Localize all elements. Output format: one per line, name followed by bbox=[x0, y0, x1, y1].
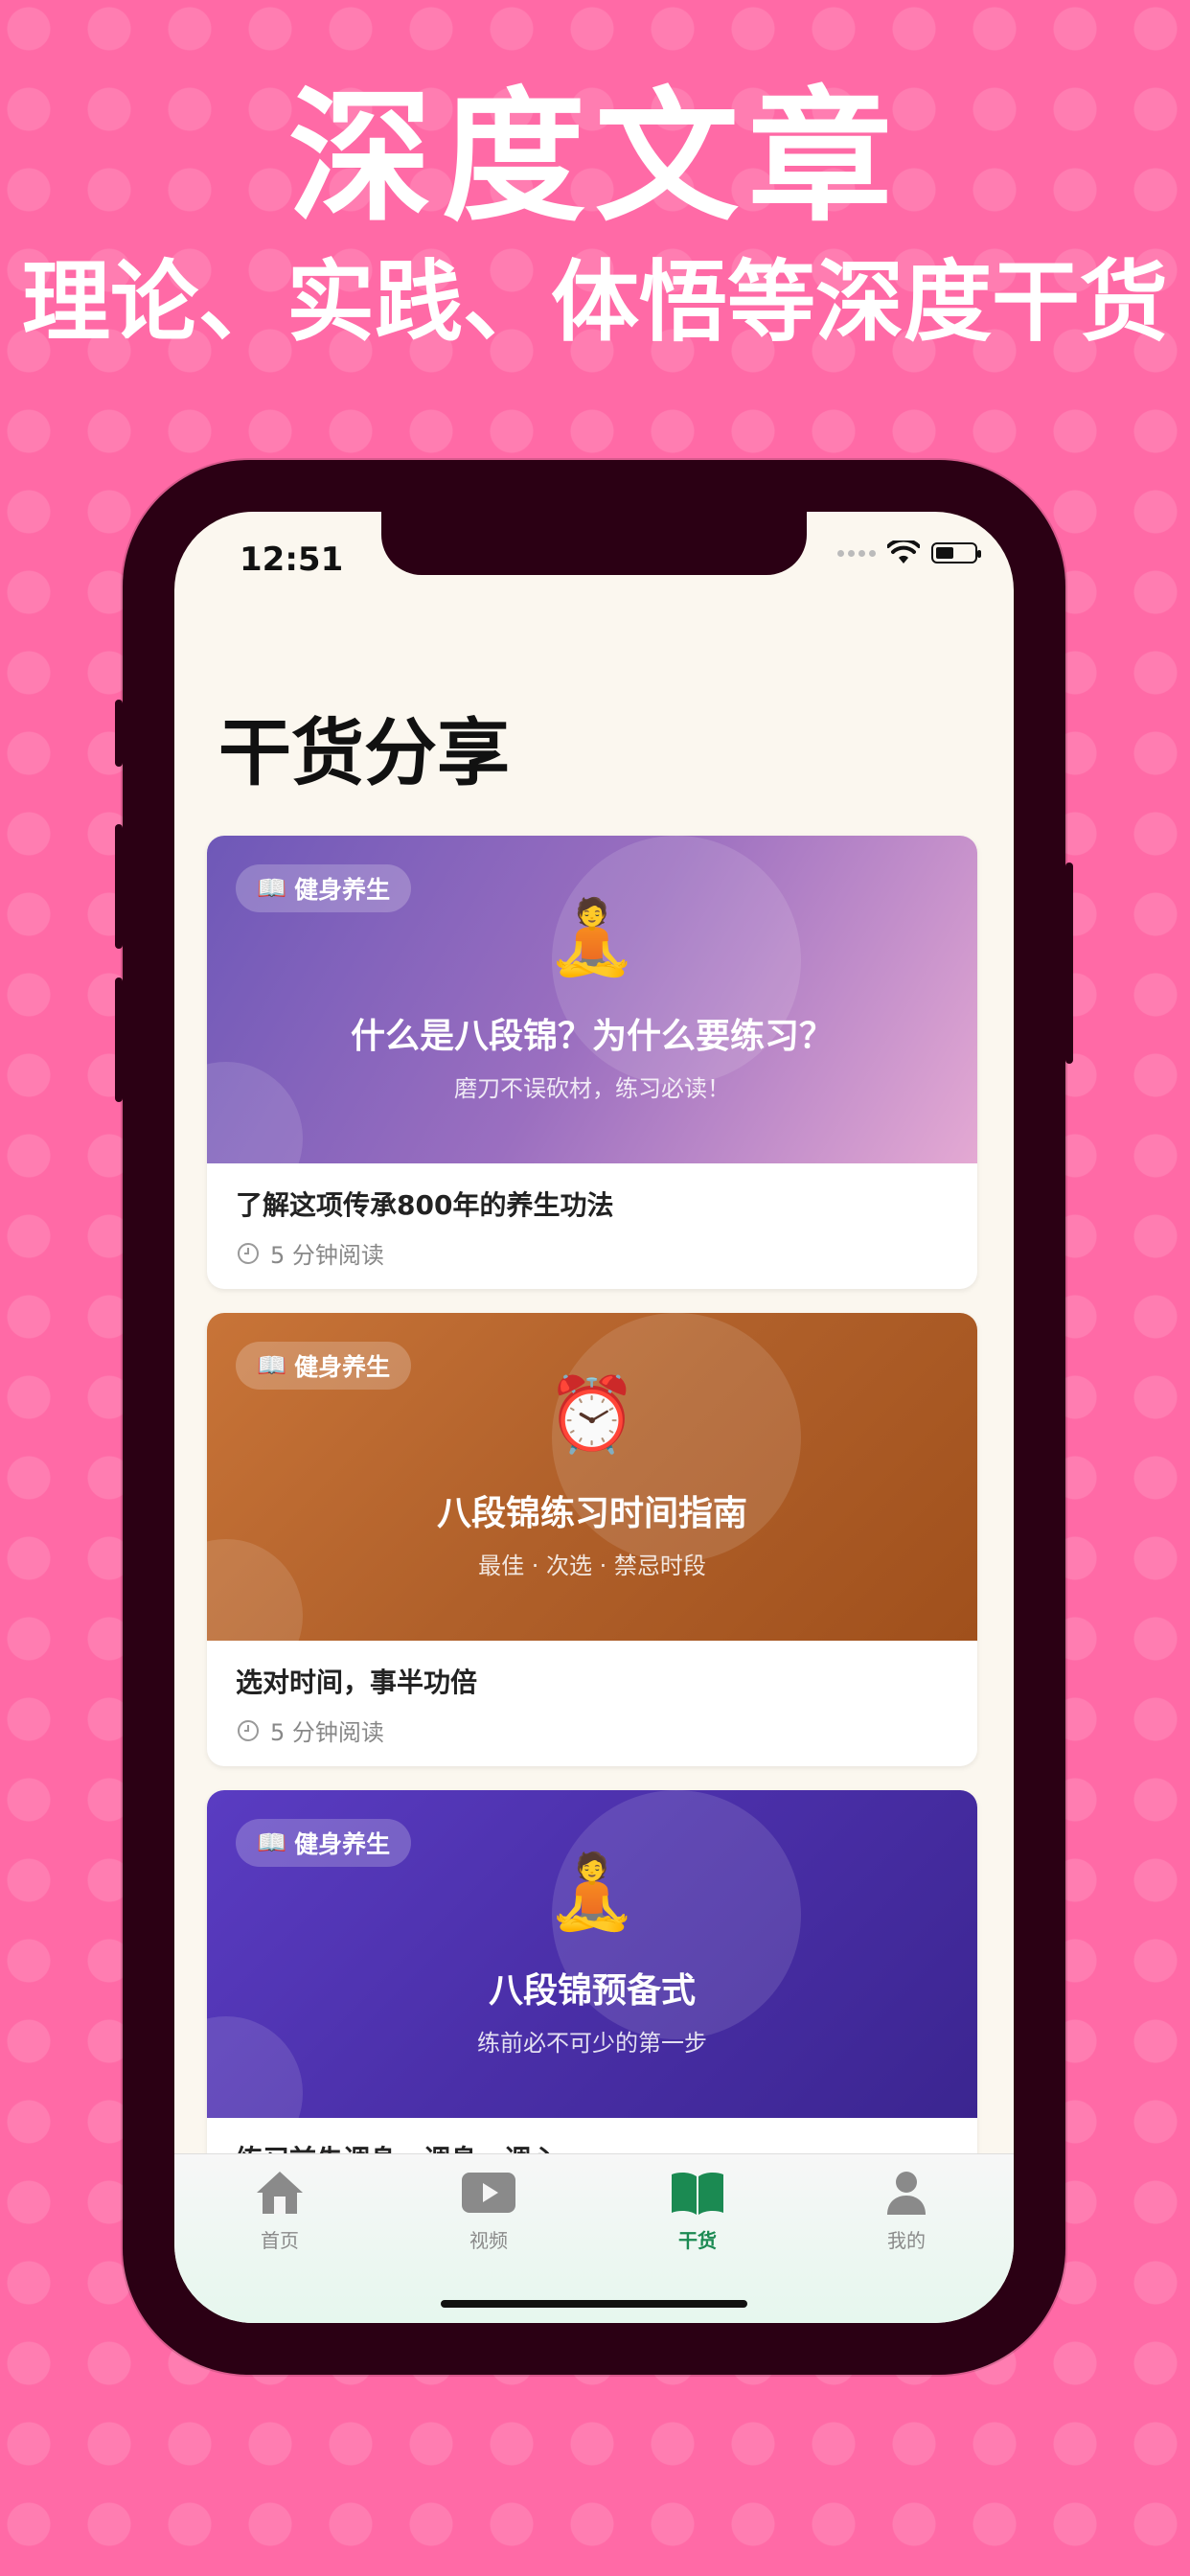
battery-icon bbox=[931, 542, 981, 564]
article-card[interactable]: 📖 健身养生 🧘 八段锦预备式 练前必不可少的第一步 练习前先调身、调息、调心 bbox=[207, 1790, 977, 2196]
tab-ganhuo-label: 干货 bbox=[678, 2229, 717, 2252]
article-banner: 📖 健身养生 🧘 八段锦预备式 练前必不可少的第一步 bbox=[207, 1790, 977, 2118]
alarm-clock-icon: ⏰ bbox=[546, 1371, 638, 1457]
promo-headline: 深度文章 bbox=[287, 75, 902, 242]
article-title: 八段锦预备式 bbox=[488, 1971, 696, 2011]
book-icon: 📖 bbox=[257, 1351, 287, 1379]
volume-up-button bbox=[115, 824, 123, 949]
article-banner: 📖 健身养生 🧘 什么是八段锦？为什么要练习？ 磨刀不误砍材，练习必读！ bbox=[207, 836, 977, 1163]
tab-ganhuo[interactable]: 干货 bbox=[630, 2168, 765, 2254]
silent-switch bbox=[115, 700, 123, 767]
status-time: 12:51 bbox=[240, 540, 344, 579]
article-body: 了解这项传承800年的养生功法 5 分钟阅读 bbox=[207, 1163, 977, 1289]
tab-profile[interactable]: 我的 bbox=[839, 2168, 973, 2254]
article-card[interactable]: 📖 健身养生 ⏰ 八段锦练习时间指南 最佳 · 次选 · 禁忌时段 选对时间，事… bbox=[207, 1313, 977, 1766]
article-title: 什么是八段锦？为什么要练习？ bbox=[350, 1017, 834, 1056]
article-body: 选对时间，事半功倍 5 分钟阅读 bbox=[207, 1641, 977, 1766]
tab-bar: 首页 视频 干货 我的 bbox=[174, 2153, 1014, 2323]
notch bbox=[381, 512, 807, 575]
promo-subline: 理论、实践、体悟等深度干货 bbox=[21, 251, 1168, 354]
tab-video[interactable]: 视频 bbox=[422, 2168, 556, 2254]
article-subtitle: 磨刀不误砍材，练习必读！ bbox=[454, 1075, 730, 1102]
home-indicator bbox=[441, 2300, 747, 2308]
video-icon bbox=[462, 2173, 515, 2213]
book-icon bbox=[672, 2172, 723, 2215]
clock-icon bbox=[238, 1719, 259, 1741]
book-icon: 📖 bbox=[257, 874, 287, 902]
power-button bbox=[1065, 862, 1073, 1064]
person-icon bbox=[887, 2172, 926, 2215]
read-time-label: 5 分钟阅读 bbox=[270, 1242, 384, 1269]
signal-icon bbox=[837, 549, 876, 557]
article-subtitle: 练前必不可少的第一步 bbox=[477, 2030, 707, 2057]
article-banner: 📖 健身养生 ⏰ 八段锦练习时间指南 最佳 · 次选 · 禁忌时段 bbox=[207, 1313, 977, 1641]
article-subtitle: 最佳 · 次选 · 禁忌时段 bbox=[478, 1552, 706, 1579]
read-time: 5 分钟阅读 bbox=[236, 1236, 949, 1270]
wifi-icon bbox=[887, 540, 920, 564]
app-screen: 12:51 干货分享 📖 健身养生 🧘 什么是八段锦？为什么要练习？ 磨刀不误砍… bbox=[174, 512, 1014, 2323]
phone-frame: 12:51 干货分享 📖 健身养生 🧘 什么是八段锦？为什么要练习？ 磨刀不误砍… bbox=[115, 460, 1073, 2375]
volume-down-button bbox=[115, 978, 123, 1102]
book-icon: 📖 bbox=[257, 1828, 287, 1856]
tab-home-label: 首页 bbox=[261, 2229, 299, 2252]
meditation-icon: 🧘 bbox=[546, 1849, 638, 1934]
article-title: 八段锦练习时间指南 bbox=[436, 1494, 747, 1533]
home-icon bbox=[257, 2172, 303, 2214]
clock-icon bbox=[238, 1242, 259, 1264]
article-description: 了解这项传承800年的养生功法 bbox=[236, 1189, 614, 1221]
tab-video-label: 视频 bbox=[469, 2229, 508, 2252]
article-card[interactable]: 📖 健身养生 🧘 什么是八段锦？为什么要练习？ 磨刀不误砍材，练习必读！ 了解这… bbox=[207, 836, 977, 1289]
status-icons bbox=[837, 540, 981, 565]
tab-home[interactable]: 首页 bbox=[213, 2168, 347, 2254]
read-time: 5 分钟阅读 bbox=[236, 1714, 949, 1747]
page-title: 干货分享 bbox=[218, 710, 510, 795]
read-time-label: 5 分钟阅读 bbox=[270, 1719, 384, 1746]
meditation-icon: 🧘 bbox=[546, 894, 638, 979]
article-description: 选对时间，事半功倍 bbox=[236, 1667, 478, 1698]
tab-profile-label: 我的 bbox=[887, 2229, 926, 2252]
